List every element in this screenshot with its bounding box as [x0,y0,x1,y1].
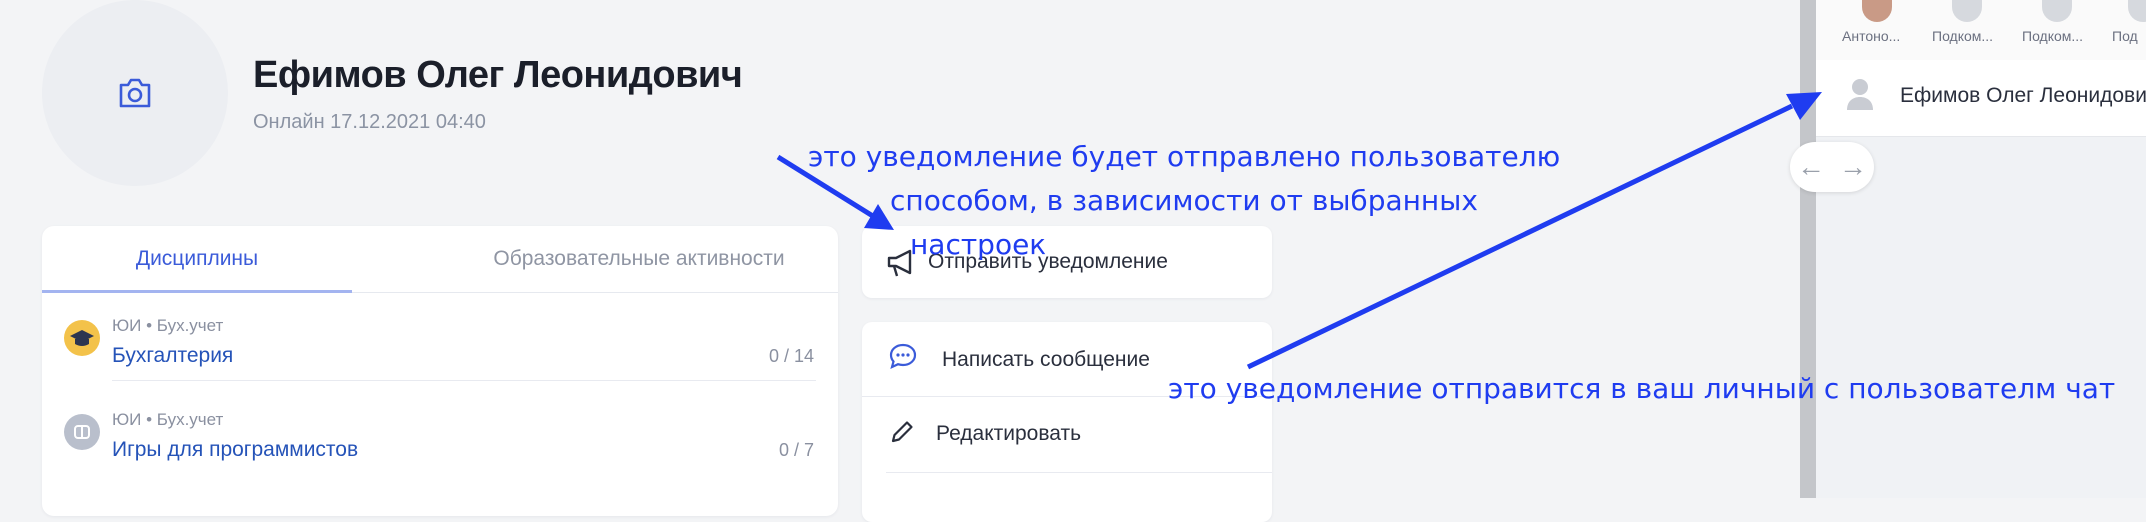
annotation-chat-note: это уведомление отправится в ваш личный … [1168,372,2116,405]
annotation-notify-line1: это уведомление будет отправлено пользов… [808,140,1561,173]
annotation-notify-line2: способом, в зависимости от выбранных [890,184,1478,217]
arrow-to-chat [1246,92,1822,370]
annotation-notify-line3: настроек [910,228,1047,261]
annotation-arrows [776,92,1822,370]
